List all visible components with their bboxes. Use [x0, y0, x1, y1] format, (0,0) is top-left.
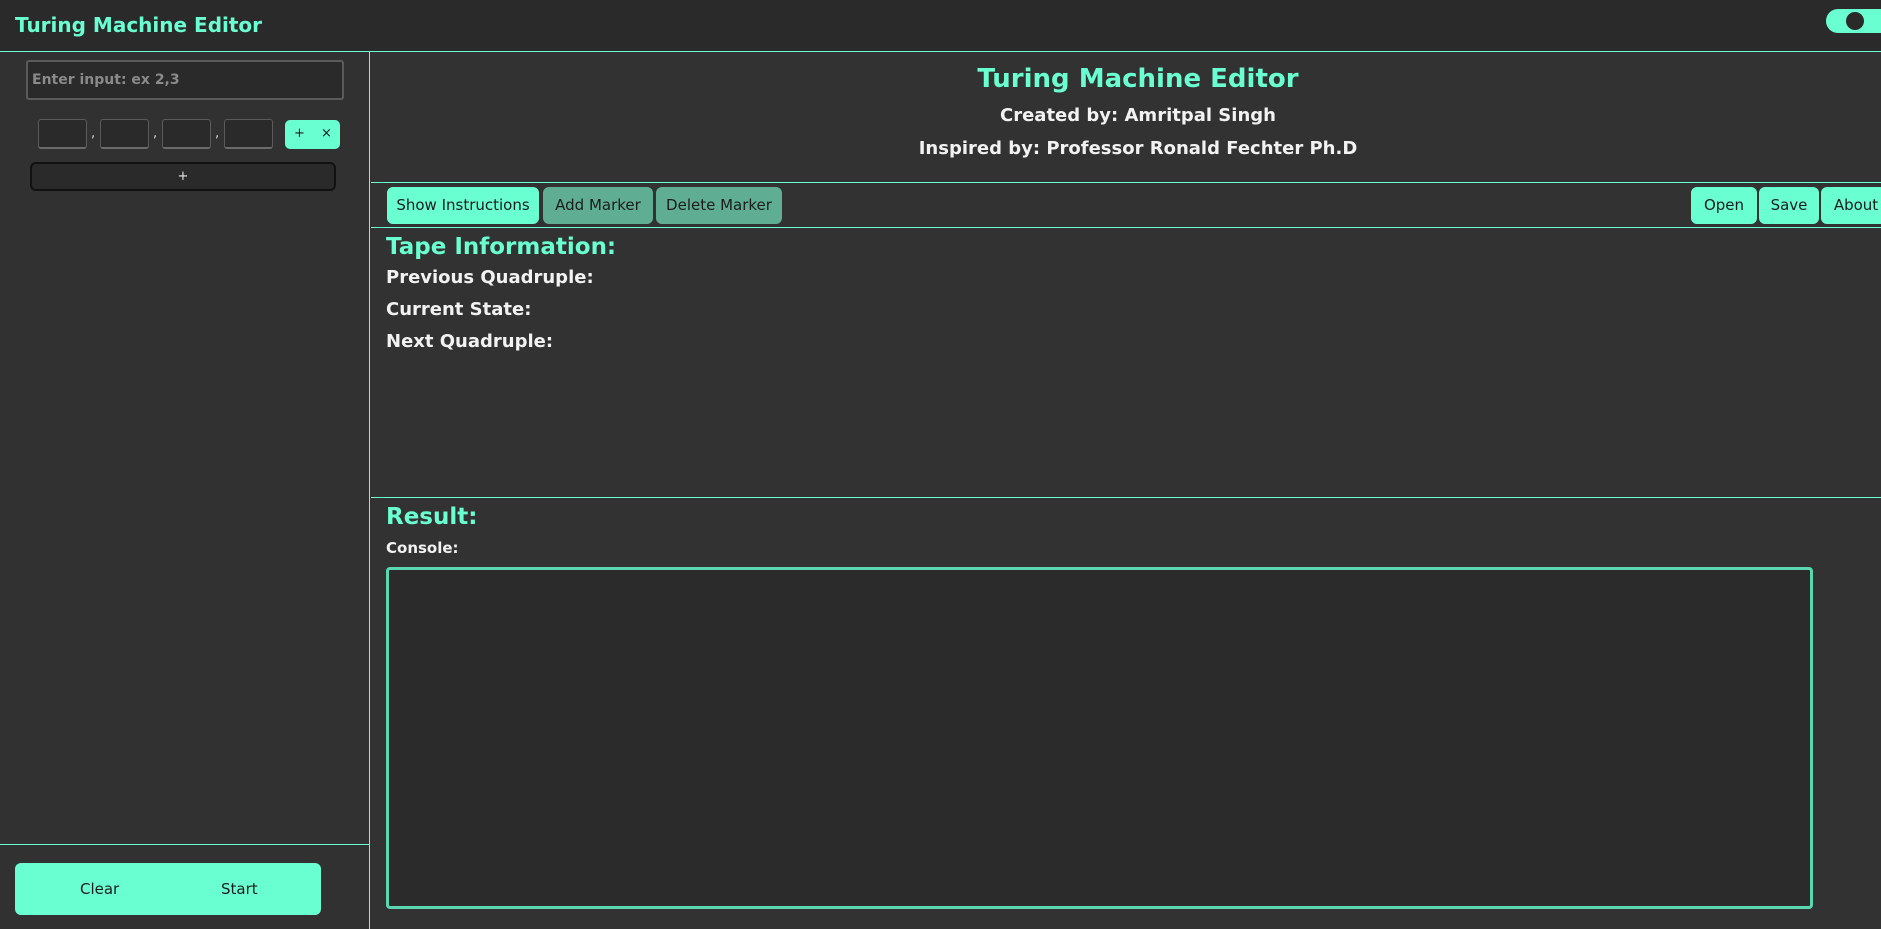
tape-information-heading: Tape Information: — [386, 234, 617, 260]
remove-row-button[interactable]: × — [321, 126, 332, 141]
quadruple-actions: + × — [285, 120, 340, 149]
next-quadruple-label: Next Quadruple: — [386, 331, 554, 352]
top-bar: Turing Machine Editor — [0, 0, 1881, 52]
result-heading: Result: — [386, 504, 478, 530]
sidebar: , , , + × + Clear Start — [0, 52, 370, 929]
tape-information-panel: Tape Information: Previous Quadruple: Cu… — [371, 228, 1881, 498]
add-marker-button[interactable]: Add Marker — [543, 187, 653, 224]
console-output[interactable] — [386, 567, 1813, 909]
page-title: Turing Machine Editor — [977, 64, 1299, 94]
run-controls: Clear Start — [15, 863, 321, 915]
created-by-text: Created by: Amritpal Singh — [1000, 105, 1276, 126]
previous-quadruple-label: Previous Quadruple: — [386, 267, 594, 288]
page-header: Turing Machine Editor Created by: Amritp… — [371, 52, 1881, 183]
sidebar-footer: Clear Start — [0, 844, 369, 929]
toolbar: Show Instructions Add Marker Delete Mark… — [371, 183, 1881, 228]
inspired-by-text: Inspired by: Professor Ronald Fechter Ph… — [918, 138, 1358, 159]
quadruple-field-1[interactable] — [38, 119, 87, 149]
theme-toggle-knob — [1846, 12, 1864, 30]
console-label: Console: — [386, 539, 459, 557]
add-quadruple-button[interactable]: + — [30, 162, 336, 191]
about-button[interactable]: About — [1821, 187, 1881, 224]
insert-row-button[interactable]: + — [294, 126, 305, 141]
quadruple-field-4[interactable] — [224, 119, 273, 149]
tape-input-field[interactable] — [26, 60, 344, 100]
quadruple-field-3[interactable] — [162, 119, 211, 149]
open-button[interactable]: Open — [1691, 187, 1757, 224]
save-button[interactable]: Save — [1759, 187, 1819, 224]
start-button[interactable]: Start — [221, 880, 258, 898]
quadruple-separator: , — [91, 126, 96, 141]
main-panel: Turing Machine Editor Created by: Amritp… — [371, 52, 1881, 929]
result-panel: Result: Console: — [371, 498, 1881, 929]
app-title: Turing Machine Editor — [15, 13, 263, 37]
quadruple-separator: , — [215, 126, 220, 141]
clear-button[interactable]: Clear — [80, 880, 119, 898]
quadruple-separator: , — [153, 126, 158, 141]
current-state-label: Current State: — [386, 299, 532, 320]
quadruple-field-2[interactable] — [100, 119, 149, 149]
delete-marker-button[interactable]: Delete Marker — [656, 187, 782, 224]
show-instructions-button[interactable]: Show Instructions — [387, 187, 539, 224]
theme-toggle[interactable] — [1826, 9, 1881, 33]
